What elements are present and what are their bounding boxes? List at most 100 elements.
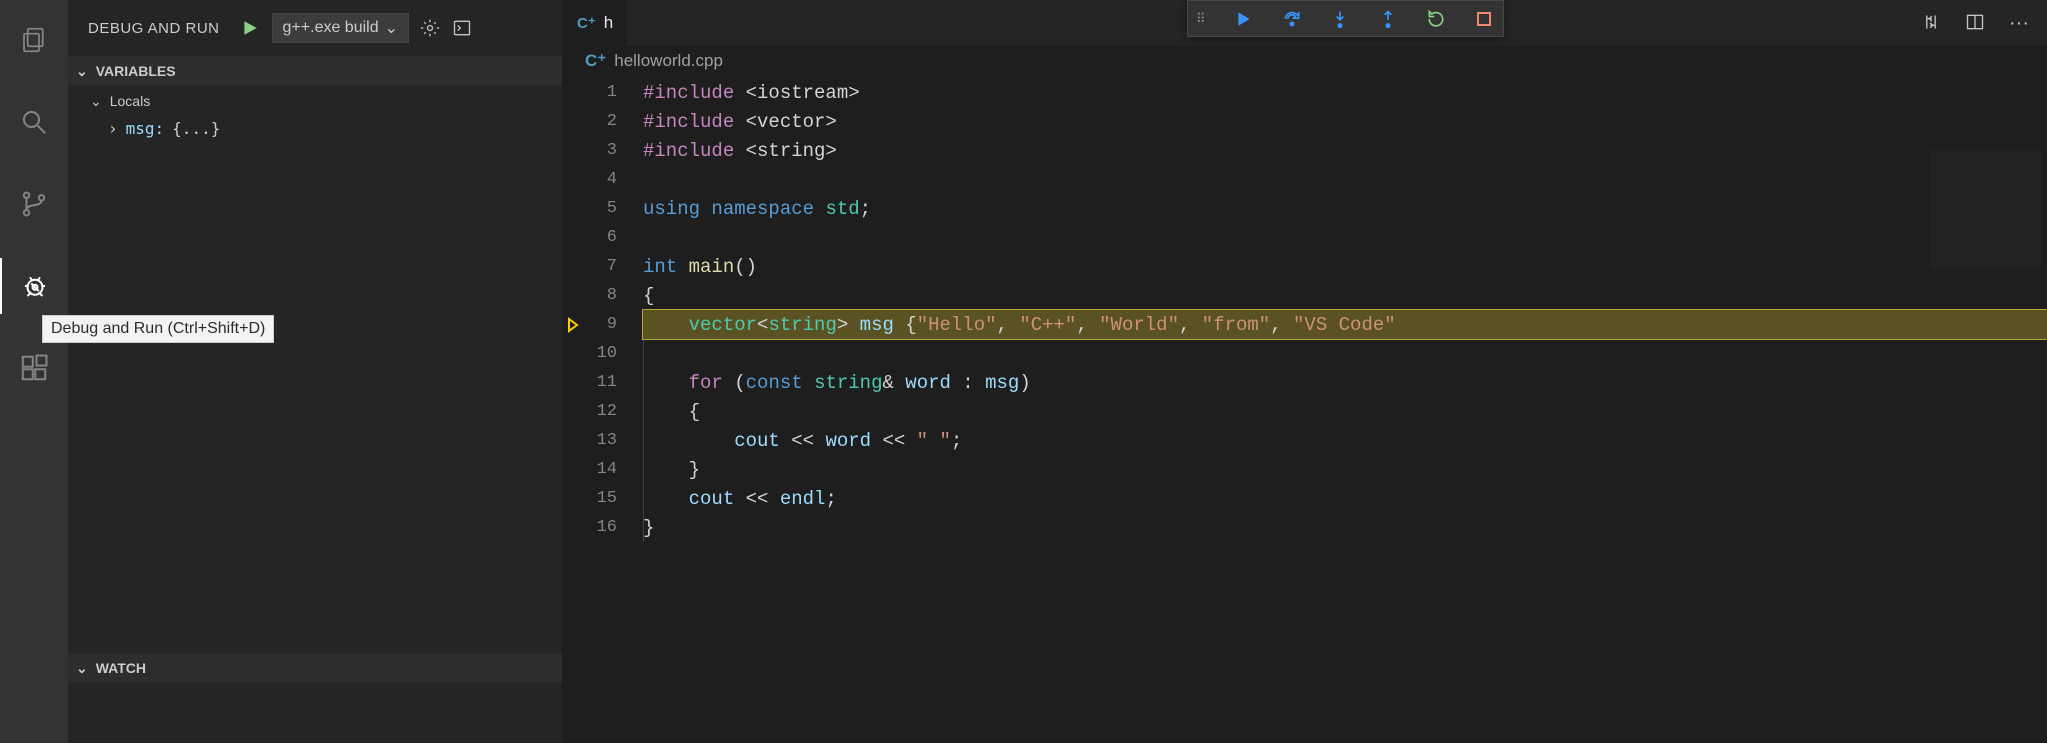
- variable-value: {...}: [172, 119, 220, 138]
- gear-icon: [420, 18, 440, 38]
- line-number: 13: [563, 426, 643, 455]
- line-number: 10: [563, 339, 643, 368]
- console-icon: [452, 18, 472, 38]
- line-number-gutter: 1 2 3 4 5 6 7 8 9 10 11 12 13 14 15 16: [563, 76, 643, 743]
- step-over-icon: [1282, 9, 1302, 29]
- editor-area: ⠿ C⁺ h ··· C⁺ helloworld.cpp: [563, 0, 2047, 743]
- continue-button[interactable]: [1233, 8, 1255, 30]
- code-line: {: [643, 281, 2047, 310]
- activity-debug[interactable]: [0, 258, 68, 314]
- debug-config-label: g++.exe build: [283, 19, 379, 37]
- step-into-button[interactable]: [1329, 8, 1351, 30]
- line-number: 7: [563, 252, 643, 281]
- sidebar-header: Debug and Run g++.exe build ⌄: [68, 0, 562, 56]
- compare-changes-button[interactable]: [1921, 12, 1941, 35]
- code-line: for (const string& word : msg): [643, 368, 2047, 397]
- line-number: 12: [563, 397, 643, 426]
- editor-actions: ···: [1921, 0, 2047, 46]
- debug-sidebar: Debug and Run g++.exe build ⌄ ⌄ VARIABLE…: [68, 0, 563, 743]
- code-line: int main(): [643, 252, 2047, 281]
- play-icon: [241, 19, 259, 37]
- minimap[interactable]: [1931, 150, 2041, 270]
- chevron-down-icon: ⌄: [76, 660, 88, 677]
- code-line: {: [643, 397, 2047, 426]
- variables-label: VARIABLES: [96, 63, 176, 79]
- activity-bar: Debug and Run (Ctrl+Shift+D): [0, 0, 68, 743]
- stop-button[interactable]: [1473, 8, 1495, 30]
- compare-icon: [1921, 12, 1941, 32]
- continue-icon: [1235, 10, 1253, 28]
- debug-pointer-icon: [566, 317, 582, 333]
- line-number: 3: [563, 136, 643, 165]
- editor-tab[interactable]: C⁺ h: [563, 0, 628, 46]
- chevron-down-icon: ⌄: [385, 18, 398, 38]
- line-number: 2: [563, 107, 643, 136]
- branch-icon: [19, 189, 49, 219]
- variable-row[interactable]: › msg: {...}: [68, 116, 562, 141]
- stop-icon: [1476, 11, 1492, 27]
- code-editor[interactable]: 1 2 3 4 5 6 7 8 9 10 11 12 13 14 15 16 #…: [563, 76, 2047, 743]
- code-line: #include <string>: [643, 136, 2047, 165]
- line-number: 14: [563, 455, 643, 484]
- breadcrumb[interactable]: C⁺ helloworld.cpp: [563, 46, 2047, 76]
- code-line: }: [643, 513, 2047, 542]
- activity-extensions[interactable]: [0, 340, 68, 396]
- locals-label: Locals: [110, 93, 150, 109]
- variables-section-header[interactable]: ⌄ VARIABLES: [68, 56, 562, 86]
- code-line: }: [643, 455, 2047, 484]
- locals-scope-header[interactable]: ⌄ Locals: [68, 86, 562, 116]
- gear-button[interactable]: [419, 17, 441, 39]
- debug-tooltip: Debug and Run (Ctrl+Shift+D): [42, 315, 274, 343]
- code-line: [643, 339, 2047, 368]
- sidebar-title: Debug and Run: [82, 20, 220, 37]
- cpp-file-icon: C⁺: [577, 14, 596, 32]
- breadcrumb-file: helloworld.cpp: [614, 51, 723, 71]
- code-line: cout << word << " ";: [643, 426, 2047, 455]
- debug-config-select[interactable]: g++.exe build ⌄: [272, 13, 409, 43]
- restart-button[interactable]: [1425, 8, 1447, 30]
- watch-section-header[interactable]: ⌄ WATCH: [68, 653, 562, 683]
- code-line: [643, 165, 2047, 194]
- line-number: 8: [563, 281, 643, 310]
- step-into-icon: [1330, 9, 1350, 29]
- chevron-right-icon: ›: [108, 119, 118, 138]
- toolbar-drag-handle[interactable]: ⠿: [1196, 11, 1207, 27]
- search-icon: [19, 107, 49, 137]
- watch-label: WATCH: [96, 660, 146, 676]
- code-lines: #include <iostream> #include <vector> #i…: [643, 76, 2047, 743]
- code-line: cout << endl;: [643, 484, 2047, 513]
- code-line: [643, 223, 2047, 252]
- current-line-glyph: [563, 310, 585, 339]
- activity-explorer[interactable]: [0, 12, 68, 68]
- start-debug-button[interactable]: [238, 16, 262, 40]
- code-line: using namespace std;: [643, 194, 2047, 223]
- ellipsis-icon: ···: [2009, 12, 2029, 34]
- code-line: #include <iostream>: [643, 78, 2047, 107]
- step-out-button[interactable]: [1377, 8, 1399, 30]
- chevron-down-icon: ⌄: [76, 63, 88, 80]
- code-line: #include <vector>: [643, 107, 2047, 136]
- restart-icon: [1426, 9, 1446, 29]
- split-editor-button[interactable]: [1965, 12, 1985, 35]
- split-icon: [1965, 12, 1985, 32]
- line-number: 1: [563, 78, 643, 107]
- step-over-button[interactable]: [1281, 8, 1303, 30]
- line-number: 4: [563, 165, 643, 194]
- activity-scm[interactable]: [0, 176, 68, 232]
- line-number: 5: [563, 194, 643, 223]
- code-line-current: vector<string> msg {"Hello", "C++", "Wor…: [643, 310, 2047, 339]
- activity-search[interactable]: [0, 94, 68, 150]
- files-icon: [19, 25, 49, 55]
- chevron-down-icon: ⌄: [90, 93, 102, 110]
- extensions-icon: [19, 353, 49, 383]
- line-number: 15: [563, 484, 643, 513]
- variable-name: msg:: [126, 119, 165, 138]
- cpp-file-icon: C⁺: [585, 51, 606, 71]
- tab-filename: h: [604, 13, 613, 33]
- debug-console-button[interactable]: [451, 17, 473, 39]
- debug-toolbar[interactable]: ⠿: [1187, 0, 1504, 37]
- more-actions-button[interactable]: ···: [2009, 12, 2029, 35]
- line-number: 16: [563, 513, 643, 542]
- line-number: 6: [563, 223, 643, 252]
- line-number: 11: [563, 368, 643, 397]
